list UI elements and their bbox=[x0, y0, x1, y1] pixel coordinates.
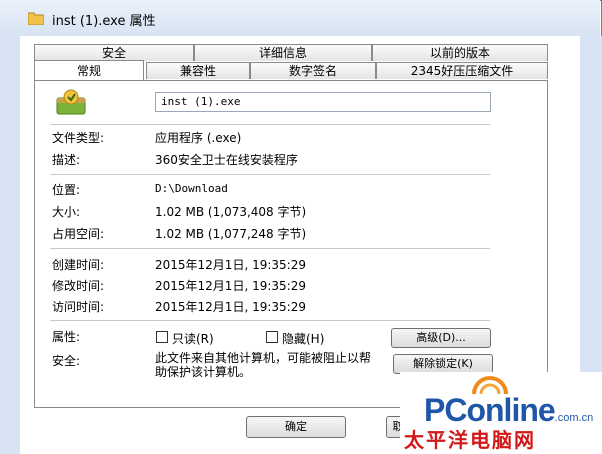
security-label: 安全: bbox=[52, 354, 81, 368]
hidden-checkbox-label[interactable]: 隐藏(H) bbox=[282, 330, 324, 347]
file-type-label: 文件类型: bbox=[52, 131, 105, 145]
hidden-checkbox[interactable] bbox=[266, 331, 278, 343]
created-value: 2015年12月1日, 19:35:29 bbox=[155, 258, 306, 272]
created-label: 创建时间: bbox=[52, 258, 105, 272]
accessed-label: 访问时间: bbox=[52, 300, 105, 314]
description-value: 360安全卫士在线安装程序 bbox=[155, 153, 298, 167]
tab-general[interactable]: 常规 bbox=[34, 60, 144, 80]
watermark-brand-text: PConline bbox=[424, 392, 556, 428]
window-border-left bbox=[0, 36, 20, 454]
size-label: 大小: bbox=[52, 205, 81, 219]
tab-digital-signatures[interactable]: 数字签名 bbox=[250, 62, 376, 79]
separator bbox=[50, 248, 490, 249]
folder-icon bbox=[28, 12, 44, 25]
accessed-value: 2015年12月1日, 19:35:29 bbox=[155, 300, 306, 314]
security-message: 此文件来自其他计算机，可能被阻止以帮助保护该计算机。 bbox=[155, 351, 372, 379]
separator bbox=[50, 124, 490, 125]
modified-value: 2015年12月1日, 19:35:29 bbox=[155, 279, 306, 293]
modified-label: 修改时间: bbox=[52, 279, 105, 293]
installer-icon bbox=[56, 89, 86, 115]
file-name-field[interactable]: inst (1).exe bbox=[155, 92, 491, 112]
disk-size-value: 1.02 MB (1,077,248 字节) bbox=[155, 227, 307, 241]
tab-compatibility[interactable]: 兼容性 bbox=[146, 62, 250, 79]
disk-size-label: 占用空间: bbox=[52, 227, 105, 241]
file-type-value: 应用程序 (.exe) bbox=[155, 131, 242, 145]
watermark-suffix: .com.cn bbox=[554, 412, 594, 424]
ok-button[interactable]: 确定 bbox=[246, 416, 346, 438]
separator bbox=[50, 320, 490, 321]
description-label: 描述: bbox=[52, 153, 81, 167]
title-bar[interactable]: inst (1).exe 属性 bbox=[0, 0, 600, 36]
unblock-button[interactable]: 解除锁定(K) bbox=[393, 354, 493, 374]
signal-arc-icon bbox=[472, 376, 508, 394]
window-title: inst (1).exe 属性 bbox=[52, 14, 156, 29]
watermark-cn-name: 太平洋电脑网 bbox=[404, 428, 536, 452]
tab-2345-archive[interactable]: 2345好压压缩文件 bbox=[376, 62, 548, 79]
separator bbox=[50, 174, 490, 175]
readonly-checkbox-label[interactable]: 只读(R) bbox=[172, 330, 214, 347]
size-value: 1.02 MB (1,073,408 字节) bbox=[155, 205, 307, 219]
location-label: 位置: bbox=[52, 183, 81, 197]
tab-details[interactable]: 详细信息 bbox=[194, 44, 372, 61]
attributes-label: 属性: bbox=[52, 330, 81, 344]
tab-security[interactable]: 安全 bbox=[34, 44, 194, 61]
readonly-checkbox[interactable] bbox=[156, 331, 168, 343]
advanced-button[interactable]: 高级(D)... bbox=[391, 328, 491, 348]
location-value: D:\Download bbox=[155, 182, 228, 195]
tab-previous-versions[interactable]: 以前的版本 bbox=[372, 44, 548, 61]
